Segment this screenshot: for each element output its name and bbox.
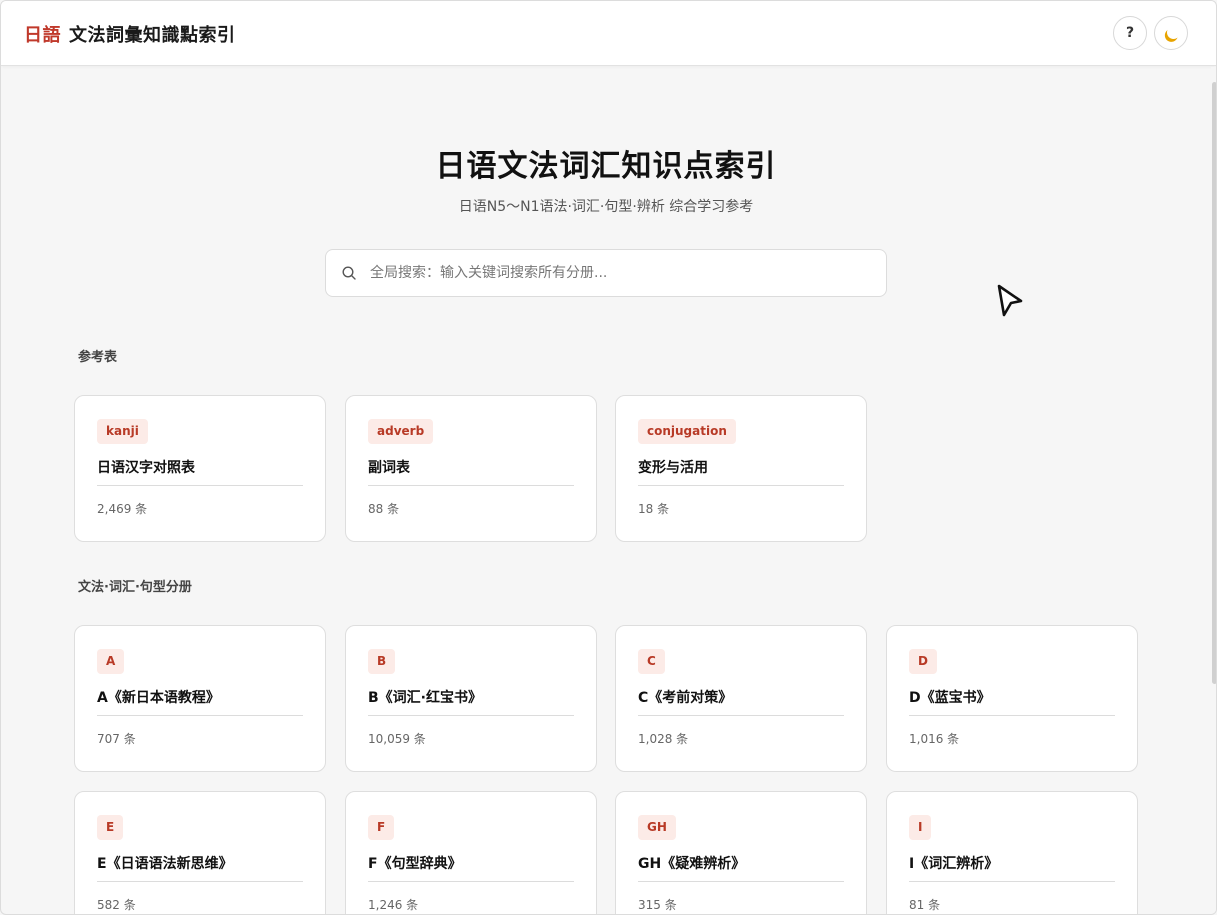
card-kanji[interactable]: kanji 日语汉字对照表 2,469 条 — [74, 395, 326, 542]
card-title: GH《疑难辨析》 — [638, 856, 746, 872]
card-volume-c[interactable]: C C《考前对策》 1,028 条 — [615, 625, 867, 772]
section-label-volumes: 文法·词汇·句型分册 — [78, 580, 192, 595]
card-count: 315 条 — [638, 898, 677, 912]
card-title: A《新日本语教程》 — [97, 690, 220, 706]
card-divider — [368, 715, 574, 716]
global-search[interactable] — [325, 249, 887, 297]
card-title: D《蓝宝书》 — [909, 690, 991, 706]
card-volume-a[interactable]: A A《新日本语教程》 707 条 — [74, 625, 326, 772]
card-count: 1,016 条 — [909, 732, 960, 746]
card-count: 81 条 — [909, 898, 941, 912]
brand-name: 文法詞彙知識點索引 — [69, 25, 236, 46]
card-volume-b[interactable]: B B《词汇·红宝书》 10,059 条 — [345, 625, 597, 772]
card-tag: A — [97, 649, 125, 674]
card-volume-d[interactable]: D D《蓝宝书》 1,016 条 — [886, 625, 1138, 772]
question-icon: ? — [1125, 25, 1135, 41]
search-input[interactable] — [370, 250, 870, 296]
card-tag: F — [368, 815, 395, 840]
card-title: E《日语语法新思维》 — [97, 856, 233, 872]
card-tag: D — [909, 649, 937, 674]
app-window: 日語 文法詞彙知識點索引 ? 日语文法词汇知识点索引 日语N5〜N1语法·词汇·… — [0, 0, 1217, 915]
card-count: 582 条 — [97, 898, 136, 912]
card-title: C《考前对策》 — [638, 690, 733, 706]
search-icon — [342, 266, 356, 280]
card-count: 1,246 条 — [368, 898, 419, 912]
card-divider — [638, 485, 844, 486]
card-volume-f[interactable]: F F《句型辞典》 1,246 条 — [345, 791, 597, 914]
card-title: B《词汇·红宝书》 — [368, 690, 482, 706]
card-tag: I — [909, 815, 932, 840]
card-count: 88 条 — [368, 502, 400, 516]
vertical-scrollbar[interactable] — [1211, 67, 1216, 914]
mouse-cursor-icon — [997, 284, 1023, 317]
card-divider — [97, 485, 303, 486]
card-tag: adverb — [368, 419, 434, 444]
section-label-reference: 参考表 — [78, 350, 118, 365]
card-title: 副词表 — [368, 460, 410, 476]
card-adverb[interactable]: adverb 副词表 88 条 — [345, 395, 597, 542]
card-tag: B — [368, 649, 396, 674]
card-divider — [97, 715, 303, 716]
card-tag: conjugation — [638, 419, 736, 444]
card-count: 2,469 条 — [97, 502, 148, 516]
scrollbar-thumb[interactable] — [1212, 82, 1216, 684]
card-divider — [97, 881, 303, 882]
card-volume-gh[interactable]: GH GH《疑难辨析》 315 条 — [615, 791, 867, 914]
card-divider — [638, 881, 844, 882]
card-count: 1,028 条 — [638, 732, 689, 746]
card-title: I《词汇辨析》 — [909, 856, 999, 872]
card-count: 707 条 — [97, 732, 136, 746]
card-volume-e[interactable]: E E《日语语法新思维》 582 条 — [74, 791, 326, 914]
card-divider — [909, 715, 1115, 716]
theme-toggle-button[interactable] — [1154, 16, 1188, 50]
card-divider — [909, 881, 1115, 882]
card-divider — [368, 485, 574, 486]
card-tag: C — [638, 649, 665, 674]
help-button[interactable]: ? — [1113, 16, 1147, 50]
card-tag: kanji — [97, 419, 148, 444]
card-title: 日语汉字对照表 — [97, 460, 195, 476]
page-title: 日语文法词汇知识点索引 — [435, 149, 777, 184]
card-tag: GH — [638, 815, 676, 840]
moon-icon — [1165, 24, 1182, 41]
card-conjugation[interactable]: conjugation 变形与活用 18 条 — [615, 395, 867, 542]
top-bar: 日語 文法詞彙知識點索引 ? — [1, 1, 1216, 66]
card-divider — [638, 715, 844, 716]
page-subtitle: 日语N5〜N1语法·词汇·句型·辨析 综合学习参考 — [458, 199, 754, 215]
card-title: F《句型辞典》 — [368, 856, 462, 872]
card-count: 10,059 条 — [368, 732, 426, 746]
brand-mark: 日語 — [24, 25, 61, 46]
card-count: 18 条 — [638, 502, 670, 516]
card-tag: E — [97, 815, 124, 840]
card-divider — [368, 881, 574, 882]
card-volume-i[interactable]: I I《词汇辨析》 81 条 — [886, 791, 1138, 914]
card-title: 变形与活用 — [638, 460, 708, 476]
brand[interactable]: 日語 文法詞彙知識點索引 — [24, 21, 236, 47]
